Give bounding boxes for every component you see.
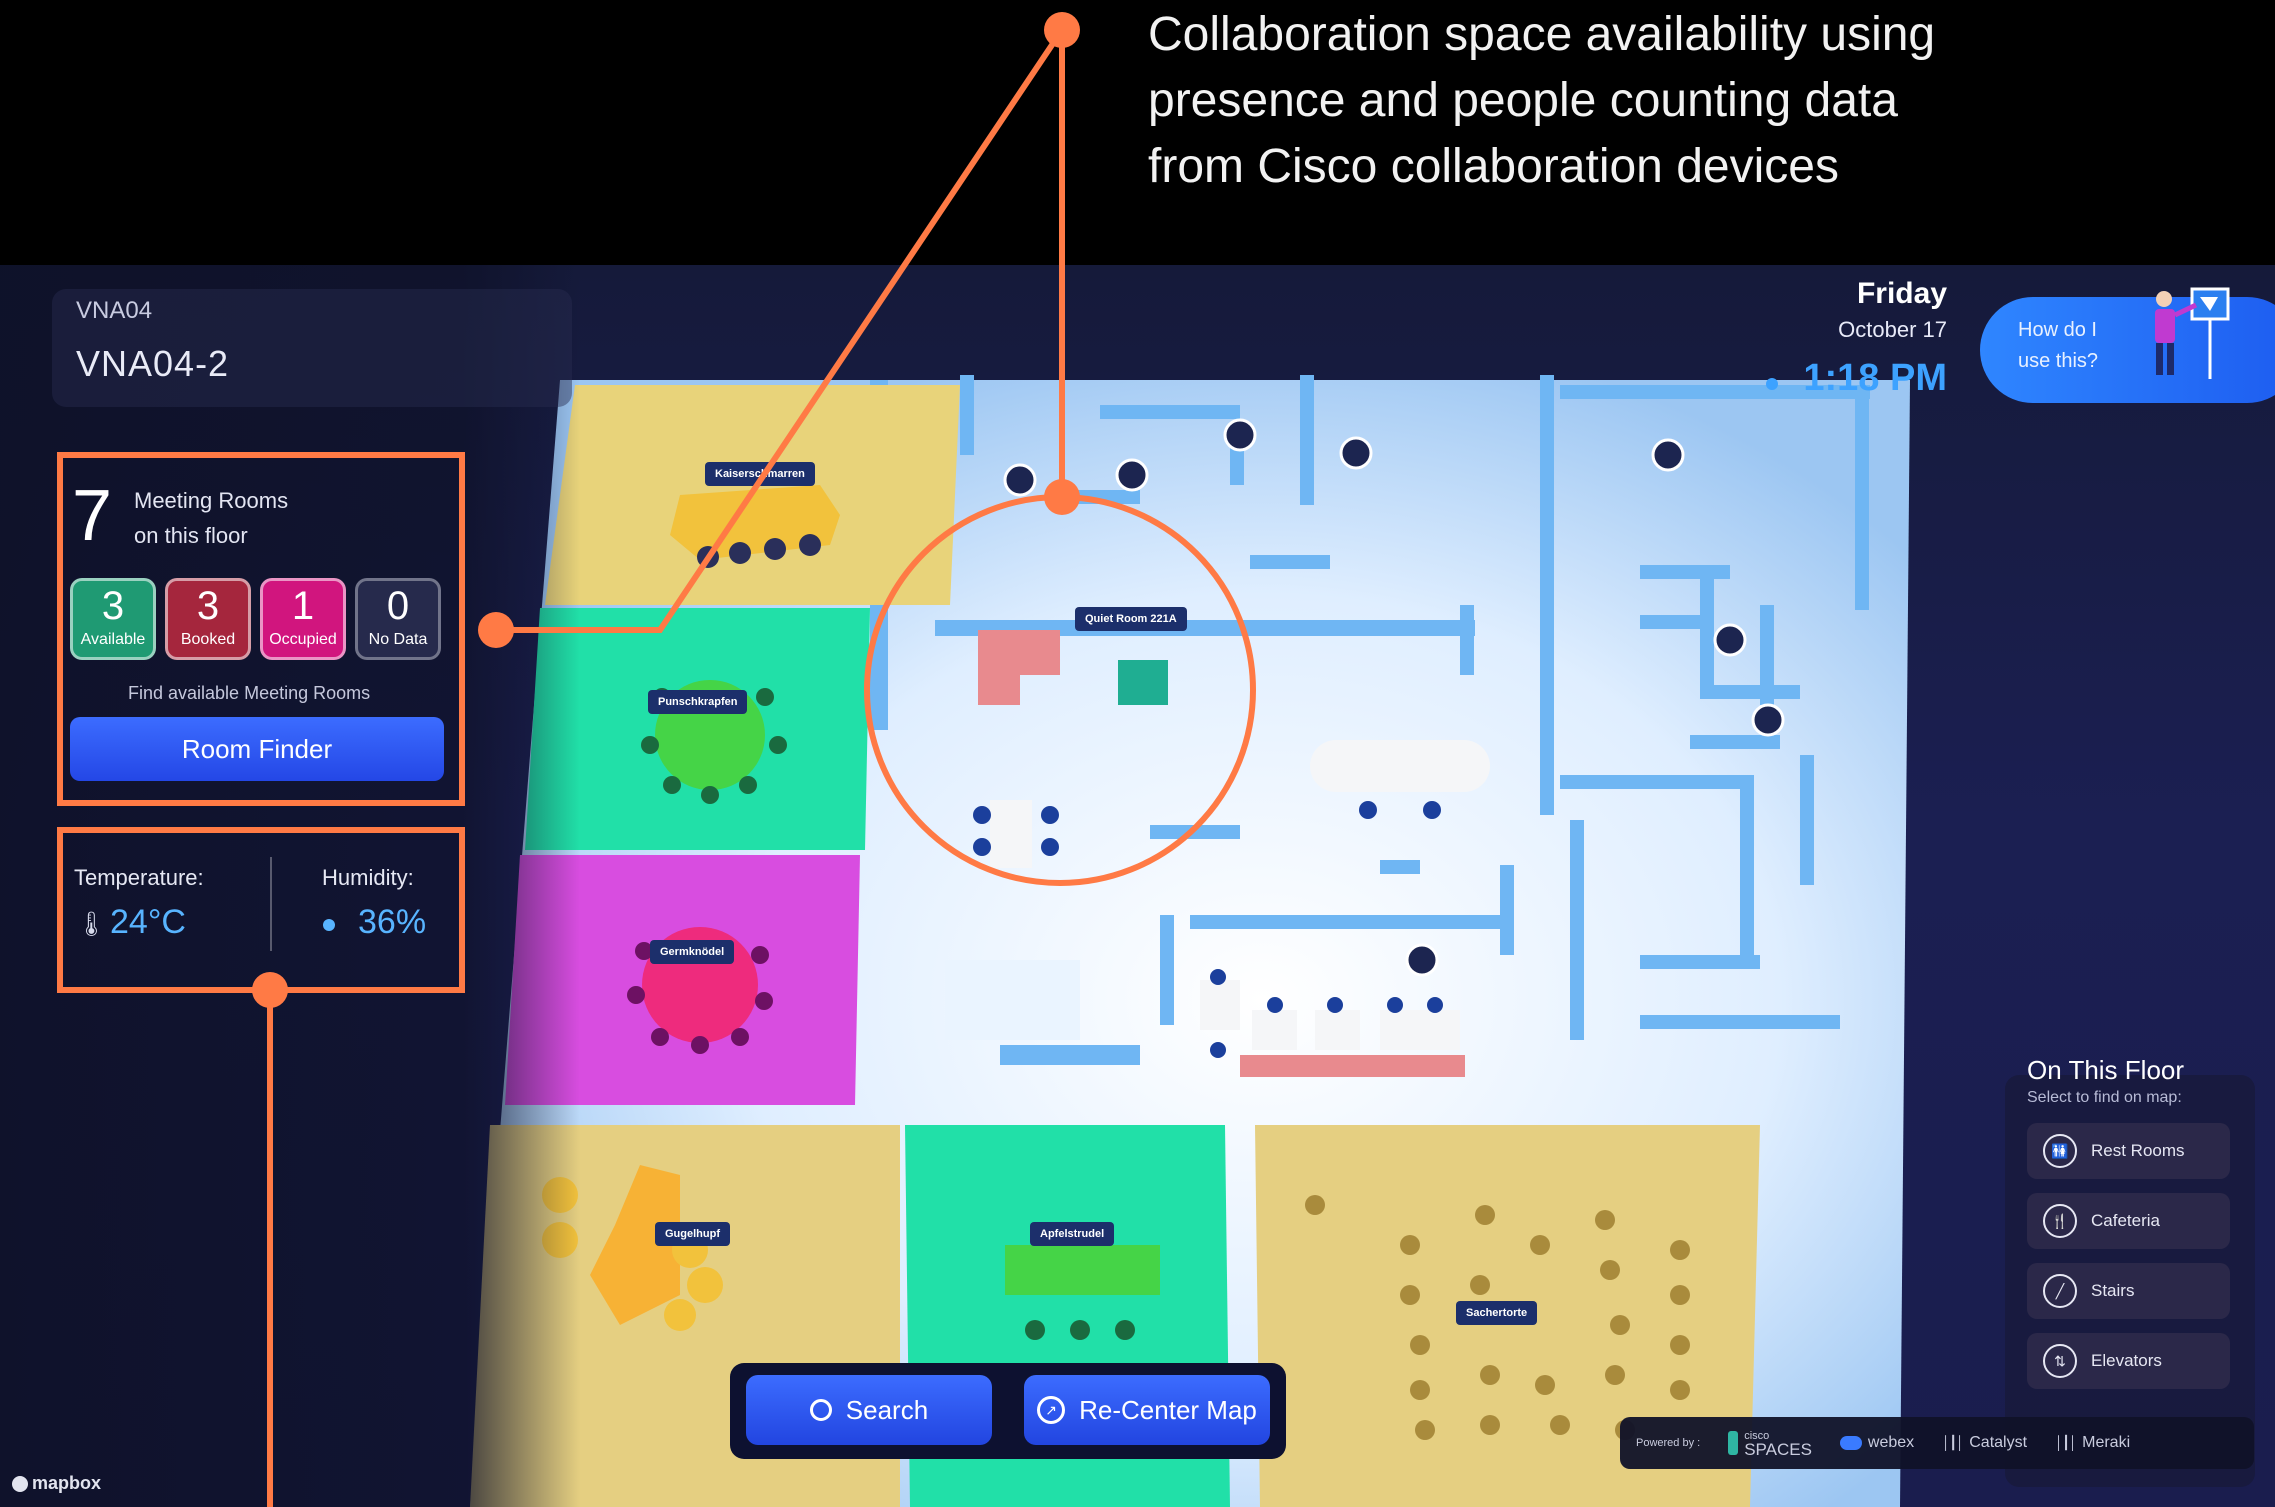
- elevator-icon: ⇅: [2043, 1344, 2077, 1378]
- mapbox-logo-icon: [12, 1475, 28, 1492]
- cisco-bars-icon: │┃│: [1942, 1435, 1964, 1450]
- help-line-2: use this?: [2018, 350, 2099, 372]
- stairs-icon: ╱: [2043, 1274, 2077, 1308]
- map-label-apfelstrudel[interactable]: Apfelstrudel: [1030, 1222, 1115, 1246]
- stat-no-data[interactable]: 0 No Data: [355, 578, 441, 660]
- leader-dot-top: [1044, 12, 1080, 48]
- callout-line-2: presence and people counting data: [1148, 74, 1898, 127]
- stat-available-value: 3: [101, 584, 125, 628]
- thermometer-icon: 🌡: [76, 911, 107, 938]
- mapbox-label: mapbox: [32, 1473, 102, 1493]
- webex-label: webex: [1867, 1434, 1915, 1451]
- date-month: October 17: [1838, 317, 1947, 342]
- floor-name: VNA04-2: [76, 343, 230, 384]
- on-this-floor-title: On This Floor: [2027, 1055, 2185, 1085]
- time-indicator-dot: [1766, 378, 1778, 390]
- meeting-rooms-count: 7: [72, 476, 113, 556]
- poi-cafeteria-button[interactable]: 🍴 Cafeteria: [2027, 1193, 2230, 1249]
- catalyst-logo: │┃│ Catalyst: [1942, 1434, 2027, 1452]
- webex-logo: webex: [1839, 1434, 1915, 1452]
- meeting-rooms-label: Meeting Rooms on this floor: [134, 483, 288, 553]
- humidity-icon: [323, 919, 335, 931]
- map-label-gugelhupf[interactable]: Gugelhupf: [655, 1222, 730, 1246]
- map-label-sachertorte[interactable]: Sachertorte: [1456, 1301, 1538, 1325]
- meeting-rooms-label-line2: on this floor: [134, 523, 248, 548]
- presenter-icon: [2155, 287, 2230, 379]
- powered-by-prefix: Powered by :: [1636, 1437, 1701, 1449]
- callout-line-3: from Cisco collaboration devices: [1148, 140, 1839, 193]
- catalyst-label: Catalyst: [1969, 1434, 2028, 1451]
- stat-available-label: Available: [80, 631, 146, 648]
- stat-no-data-label: No Data: [368, 631, 428, 648]
- humidity-value: 36%: [358, 903, 427, 941]
- callout-line-1: Collaboration space availability using: [1148, 8, 1936, 61]
- powered-by-strip: Powered by : cisco SPACES webex │┃│ Cata…: [1620, 1417, 2254, 1469]
- re-center-map-label: Re-Center Map: [1079, 1394, 1257, 1425]
- find-rooms-text: Find available Meeting Rooms: [128, 683, 371, 703]
- cisco-bars-icon: │┃│: [2055, 1435, 2077, 1450]
- re-center-map-button[interactable]: ↗ Re-Center Map: [1024, 1375, 1270, 1445]
- poi-stairs-button[interactable]: ╱ Stairs: [2027, 1263, 2230, 1319]
- map-label-punschkrapfen[interactable]: Punschkrapfen: [648, 690, 748, 714]
- compass-icon: ↗: [1037, 1396, 1066, 1424]
- kiosk-screen: Kaiserschmarren Punschkrapfen Germknödel…: [0, 265, 2275, 1507]
- poi-stairs-label: Stairs: [2091, 1281, 2135, 1300]
- spaces-icon: [1728, 1431, 1739, 1455]
- map-label-kaiserschmarren[interactable]: Kaiserschmarren: [705, 462, 815, 486]
- stat-occupied-value: 1: [291, 584, 315, 628]
- stat-occupied-label: Occupied: [269, 631, 337, 648]
- spaces-label: SPACES: [1744, 1440, 1812, 1459]
- current-time: 1:18 PM: [1803, 357, 1947, 399]
- poi-elevators-button[interactable]: ⇅ Elevators: [2027, 1333, 2230, 1389]
- help-text[interactable]: How do I use this?: [2018, 315, 2098, 377]
- humidity-label: Humidity:: [322, 865, 414, 890]
- room-finder-button[interactable]: Room Finder: [70, 717, 444, 781]
- building-code: VNA04: [76, 297, 153, 324]
- meeting-rooms-label-line1: Meeting Rooms: [134, 488, 289, 513]
- search-button-label: Search: [845, 1394, 929, 1425]
- callout-annotation: Collaboration space availability using p…: [1148, 2, 1935, 200]
- stat-occupied[interactable]: 1 Occupied: [260, 578, 346, 660]
- search-button[interactable]: Search: [746, 1375, 992, 1445]
- poi-rest-rooms-button[interactable]: 🚻 Rest Rooms: [2027, 1123, 2230, 1179]
- on-this-floor-subtitle: Select to find on map:: [2027, 1089, 2182, 1106]
- map-label-quiet-room[interactable]: Quiet Room 221A: [1075, 607, 1187, 631]
- stat-booked[interactable]: 3 Booked: [165, 578, 251, 660]
- stat-booked-label: Booked: [180, 631, 236, 648]
- env-divider: [270, 857, 272, 951]
- cafeteria-icon: 🍴: [2043, 1204, 2077, 1238]
- restroom-icon: 🚻: [2043, 1134, 2077, 1168]
- poi-cafeteria-label: Cafeteria: [2091, 1211, 2160, 1230]
- help-line-1: How do I: [2018, 319, 2097, 341]
- webex-icon: [1839, 1436, 1862, 1450]
- poi-rest-rooms-label: Rest Rooms: [2091, 1141, 2185, 1160]
- date-day: Friday: [1856, 277, 1947, 310]
- search-icon: [809, 1399, 832, 1421]
- stat-available[interactable]: 3 Available: [70, 578, 156, 660]
- mapbox-attribution[interactable]: mapbox: [12, 1473, 101, 1494]
- poi-elevators-label: Elevators: [2091, 1351, 2162, 1370]
- map-label-germknodel[interactable]: Germknödel: [650, 940, 735, 964]
- temperature-label: Temperature:: [74, 865, 204, 890]
- stat-booked-value: 3: [196, 584, 220, 628]
- cisco-spaces-logo: cisco SPACES: [1728, 1430, 1812, 1459]
- temperature-value: 24°C: [110, 903, 186, 941]
- meraki-logo: │┃│ Meraki: [2055, 1434, 2130, 1452]
- stat-no-data-value: 0: [386, 584, 410, 628]
- meraki-label: Meraki: [2082, 1434, 2131, 1451]
